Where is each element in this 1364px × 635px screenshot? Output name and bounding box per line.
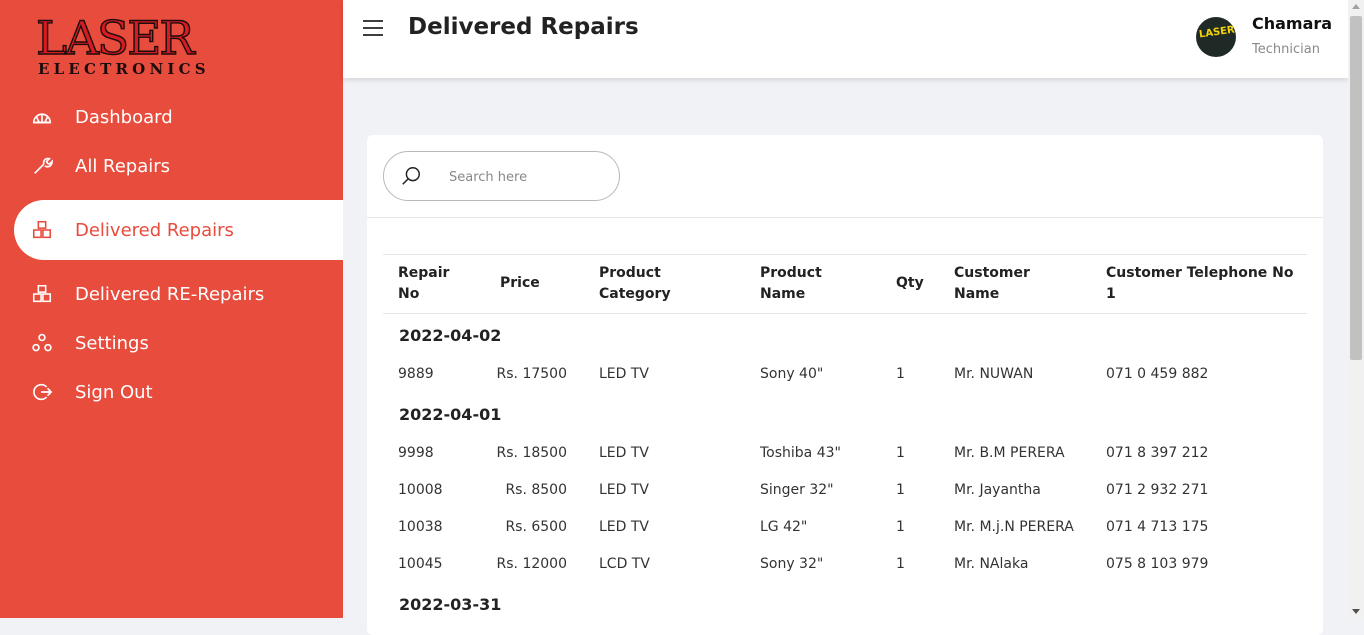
sidebar-item-label: Sign Out: [75, 381, 153, 403]
group-date: 2022-04-01: [399, 405, 502, 424]
cell-price: Rs. 12000: [496, 556, 567, 572]
cell-product-category: LED TV: [599, 366, 650, 382]
cell-product-name: Sony 40": [760, 366, 824, 382]
repairs-table: Repair No Price Product Category Product Na…: [383, 254, 1307, 614]
cell-price: Rs. 8500: [505, 482, 567, 498]
logo-text-top: LASER: [35, 11, 195, 65]
page-scrollbar[interactable]: [1348, 0, 1364, 618]
table-header: Repair No Price Product Category Product Na…: [383, 255, 1307, 314]
sidebar-item-all-repairs[interactable]: All Repairs: [30, 146, 170, 186]
sidebar: LASER ELECTRONICS Dashboard All Repairs …: [0, 0, 343, 618]
cell-customer-telephone: 071 2 932 271: [1106, 482, 1209, 498]
sidebar-item-sign-out[interactable]: Sign Out: [30, 372, 153, 412]
sidebar-item-label: Delivered RE-Repairs: [75, 283, 265, 305]
cell-customer-telephone: 071 8 397 212: [1106, 445, 1209, 461]
sidebar-item-label: All Repairs: [75, 155, 171, 177]
cell-repair-no: 10008: [398, 482, 443, 498]
cell-qty: 1: [896, 445, 905, 461]
avatar[interactable]: LASER: [1196, 17, 1236, 57]
sidebar-item-label: Delivered Repairs: [75, 219, 234, 241]
col-repair-no[interactable]: Repair No: [398, 263, 449, 305]
logo-text-bottom: ELECTRONICS: [38, 60, 210, 78]
cell-repair-no: 9998: [398, 445, 434, 461]
col-price[interactable]: Price: [500, 273, 540, 294]
cell-price: Rs. 17500: [496, 366, 567, 382]
cell-product-name: LG 42": [760, 519, 808, 535]
cell-product-name: Toshiba 43": [760, 445, 841, 461]
cell-price: Rs. 6500: [505, 519, 567, 535]
hamburger-menu-icon[interactable]: [361, 16, 385, 40]
cell-qty: 1: [896, 556, 905, 572]
sidebar-item-settings[interactable]: Settings: [30, 323, 149, 363]
cell-repair-no: 9889: [398, 366, 434, 382]
cell-qty: 1: [896, 482, 905, 498]
boxes-icon: [30, 218, 54, 242]
col-product-category[interactable]: Product Category: [599, 263, 671, 305]
col-product-name[interactable]: Product Name: [760, 263, 822, 305]
sidebar-item-dashboard[interactable]: Dashboard: [30, 97, 173, 137]
cell-price: Rs. 18500: [496, 445, 567, 461]
tools-icon: [30, 154, 54, 178]
cell-product-category: LED TV: [599, 482, 650, 498]
cell-product-category: LED TV: [599, 445, 650, 461]
cell-customer-telephone: 071 0 459 882: [1106, 366, 1209, 382]
col-customer-name[interactable]: Customer Name: [954, 263, 1030, 305]
sidebar-item-label: Settings: [75, 332, 149, 354]
scroll-down-icon[interactable]: [1352, 609, 1360, 614]
sign-out-icon: [30, 380, 54, 404]
cell-customer-name: Mr. B.M PERERA: [954, 445, 1065, 461]
cell-customer-telephone: 071 4 713 175: [1106, 519, 1209, 535]
boxes-icon: [30, 282, 54, 306]
cell-repair-no: 10045: [398, 556, 443, 572]
user-role: Technician: [1252, 42, 1320, 57]
search-input[interactable]: [447, 166, 611, 188]
cell-product-name: Sony 32": [760, 556, 824, 572]
scroll-up-icon[interactable]: [1352, 4, 1360, 9]
cell-customer-name: Mr. NUWAN: [954, 366, 1034, 382]
settings-icon: [30, 331, 54, 355]
cell-repair-no: 10038: [398, 519, 443, 535]
col-customer-telephone[interactable]: Customer Telephone No 1: [1106, 263, 1294, 305]
search-box[interactable]: [383, 151, 620, 201]
cell-product-category: LCD TV: [599, 556, 650, 572]
sidebar-item-delivered-repairs[interactable]: Delivered Repairs: [14, 200, 343, 260]
scrollbar-thumb[interactable]: [1350, 16, 1362, 360]
cell-product-category: LED TV: [599, 519, 650, 535]
sidebar-item-delivered-re-repairs[interactable]: Delivered RE-Repairs: [30, 274, 264, 314]
avatar-text: LASER: [1198, 24, 1236, 41]
group-date: 2022-04-02: [399, 326, 502, 345]
user-name: Chamara: [1252, 14, 1333, 33]
dashboard-icon: [30, 105, 54, 129]
cell-qty: 1: [896, 366, 905, 382]
sidebar-item-label: Dashboard: [75, 106, 173, 128]
cell-customer-name: Mr. Jayantha: [954, 482, 1041, 498]
search-icon: [400, 165, 422, 187]
page-title: Delivered Repairs: [408, 14, 639, 40]
card-divider: [367, 217, 1323, 218]
cell-product-name: Singer 32": [760, 482, 834, 498]
cell-customer-telephone: 075 8 103 979: [1106, 556, 1209, 572]
laser-electronics-logo[interactable]: LASER ELECTRONICS: [35, 11, 226, 80]
cell-customer-name: Mr. M.j.N PERERA: [954, 519, 1074, 535]
top-header: Delivered Repairs LASER Chamara Technici…: [343, 0, 1348, 78]
cell-qty: 1: [896, 519, 905, 535]
cell-customer-name: Mr. NAlaka: [954, 556, 1029, 572]
repairs-card: RepairNo Price ProductCategory ProductNa…: [367, 135, 1323, 635]
col-qty[interactable]: Qty: [896, 273, 924, 294]
group-date: 2022-03-31: [399, 595, 502, 614]
